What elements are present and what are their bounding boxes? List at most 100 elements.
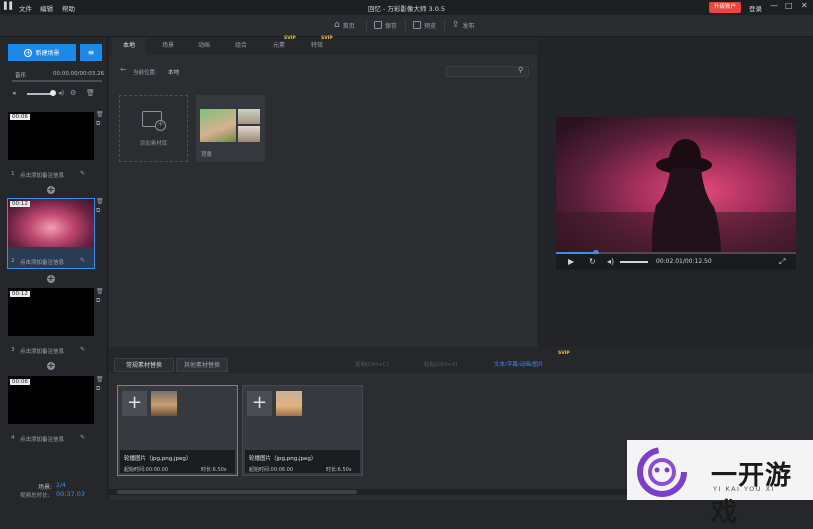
loop-icon[interactable]: ↻	[589, 257, 596, 266]
background-thumbnail-small	[238, 109, 260, 124]
home-icon: ⌂	[334, 20, 340, 30]
material-panel	[109, 37, 537, 347]
tab-animation[interactable]: 动画	[187, 37, 221, 55]
silhouette-image	[556, 139, 796, 252]
scene-copy-icon[interactable]: ⧉	[96, 207, 100, 215]
preview-button[interactable]: 预览	[413, 19, 436, 31]
scene-count: 2/4	[56, 482, 66, 489]
toolbar-divider	[366, 19, 367, 32]
scrollbar-thumb[interactable]	[117, 490, 357, 494]
edit-note-icon[interactable]: ✎	[80, 257, 85, 264]
material-search-input[interactable]	[446, 66, 529, 77]
add-scene-icon[interactable]: +	[47, 362, 55, 370]
folder-add-icon: +	[142, 111, 166, 131]
edit-note-icon[interactable]: ✎	[80, 346, 85, 353]
add-scene-icon[interactable]: +	[47, 275, 55, 283]
save-icon	[374, 21, 382, 29]
svip-badge: SVIP	[284, 36, 296, 41]
minimize-icon[interactable]: —	[770, 1, 778, 10]
replace-card-start: 起始时间:00:06.00	[249, 467, 294, 473]
background-thumbnail-large	[200, 109, 236, 142]
preview-icon	[413, 21, 421, 29]
music-settings-icon[interactable]: ⚙	[70, 89, 76, 97]
search-icon[interactable]: ⚲	[518, 66, 523, 74]
back-arrow-icon[interactable]: ←	[120, 65, 127, 74]
replace-thumbnail	[276, 391, 302, 416]
replace-thumbnail	[151, 391, 177, 416]
tab-other-replace[interactable]: 其他素材替换	[176, 358, 228, 372]
publish-button[interactable]: ⇪ 发布	[452, 19, 475, 31]
window-title: 回忆 - 万彩影像大师 3.0.5	[367, 5, 446, 13]
plus-circle-icon: +	[24, 48, 33, 57]
music-progress-track[interactable]	[12, 80, 102, 82]
scene-index: 4	[11, 435, 15, 441]
volume-low-icon[interactable]: ◂	[12, 89, 16, 97]
home-label: 首页	[342, 22, 355, 30]
total-time-label: 视频总时长:	[20, 493, 50, 499]
add-image-button[interactable]: +	[247, 391, 272, 416]
maximize-icon[interactable]: □	[785, 1, 793, 10]
replace-card-duration: 时长:6.50s	[201, 467, 227, 473]
preview-label: 预览	[424, 22, 437, 30]
music-delete-icon[interactable]: 🗑	[86, 89, 95, 97]
volume-high-icon[interactable]: ◂)	[58, 89, 64, 97]
scene-note[interactable]: 点击添加备注信息	[20, 347, 64, 355]
tab-combo[interactable]: 组合	[224, 37, 258, 55]
add-library-tile[interactable]	[119, 95, 188, 162]
scene-duration: 00:12	[10, 201, 30, 207]
add-library-label: 添加素材库	[139, 141, 168, 147]
paste-button[interactable]: 粘贴(Ctrl+V)	[424, 360, 457, 368]
scene-index: 3	[11, 347, 15, 353]
scene-index: 2	[11, 258, 15, 264]
scene-delete-icon[interactable]: 🗑	[96, 111, 104, 118]
save-button[interactable]: 保存	[374, 19, 397, 31]
close-icon[interactable]: ✕	[801, 1, 808, 10]
music-volume-slider[interactable]	[27, 93, 52, 95]
publish-icon: ⇪	[452, 20, 460, 30]
replace-card-start: 起始时间:00:00.00	[124, 467, 169, 473]
copy-button[interactable]: 复制(Ctrl+C)	[355, 360, 389, 368]
scene-index: 1	[11, 171, 15, 177]
new-scene-button[interactable]: + 新建场景	[8, 44, 76, 61]
fullscreen-icon[interactable]: ⤢	[779, 257, 785, 267]
home-button[interactable]: ⌂ 首页	[334, 19, 355, 31]
text-subtitle-link[interactable]: 文本/字幕/动画/图片	[494, 360, 544, 368]
svip-badge: SVIP	[558, 351, 570, 356]
scene-copy-icon[interactable]: ⧉	[96, 385, 100, 393]
scene-duration: 00:06	[10, 114, 30, 120]
scene-copy-icon[interactable]: ⧉	[96, 120, 100, 128]
total-time: 00:37.03	[56, 490, 86, 498]
scene-count-label: 场景:	[38, 484, 53, 491]
volume-icon[interactable]: ◂)	[607, 257, 614, 266]
new-scene-label: 新建场景	[35, 50, 60, 57]
main-toolbar	[0, 15, 813, 37]
scene-note[interactable]: 点击添加备注信息	[20, 171, 64, 179]
scene-delete-icon[interactable]: 🗑	[96, 288, 104, 295]
background-thumbnail-small	[238, 126, 260, 142]
scene-duration: 00:06	[10, 379, 30, 385]
scene-delete-icon[interactable]: 🗑	[96, 198, 104, 205]
scene-copy-icon[interactable]: ⧉	[96, 297, 100, 305]
login-link[interactable]: 登录	[749, 3, 762, 13]
play-icon[interactable]: ▶	[568, 257, 574, 266]
preview-volume-slider[interactable]	[620, 261, 648, 263]
add-image-button[interactable]: +	[122, 391, 147, 416]
svip-badge: SVIP	[321, 36, 333, 41]
path-label: 当前位置:	[133, 70, 157, 76]
scene-delete-icon[interactable]: 🗑	[96, 376, 104, 383]
preview-video[interactable]	[556, 117, 796, 252]
music-volume-handle[interactable]	[50, 90, 56, 96]
scene-note[interactable]: 点击添加备注信息	[20, 258, 64, 266]
edit-note-icon[interactable]: ✎	[80, 434, 85, 441]
edit-note-icon[interactable]: ✎	[80, 170, 85, 177]
toolbar-divider	[444, 19, 445, 32]
scene-menu-button[interactable]: ≡	[80, 44, 102, 61]
upgrade-account-button[interactable]: 升级账户	[709, 2, 741, 13]
tab-scene[interactable]: 场景	[151, 37, 185, 55]
tab-regular-replace[interactable]: 常规素材替换	[114, 358, 174, 372]
music-time: 00:00.00/00:03.26	[53, 71, 105, 77]
tab-local[interactable]: 本地	[112, 37, 146, 55]
scene-note[interactable]: 点击添加备注信息	[20, 435, 64, 443]
scene-duration: 00:12	[10, 291, 30, 297]
add-scene-icon[interactable]: +	[47, 186, 55, 194]
